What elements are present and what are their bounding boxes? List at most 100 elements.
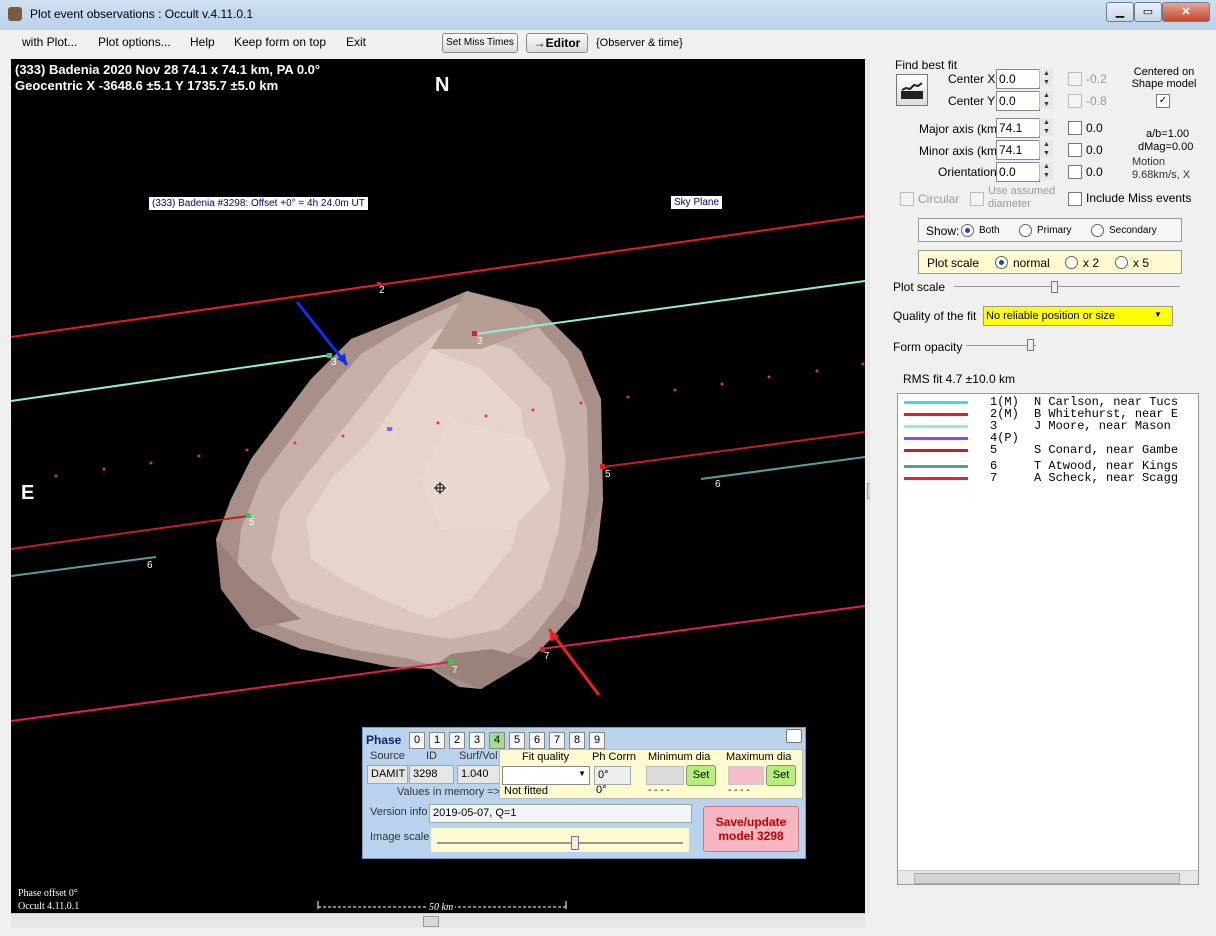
use-assumed-label: Use assumed diameter (988, 185, 1056, 210)
observer-row[interactable]: 7A Scheck, near Scagg (898, 472, 1198, 484)
close-icon[interactable]: ✕ (1162, 2, 1210, 22)
version-info-field[interactable]: 2019-05-07, Q=1 (429, 804, 692, 823)
major-axis-input[interactable]: 74.1 (996, 118, 1040, 138)
scale-normal-radio[interactable] (995, 256, 1008, 269)
observer-list-hscrollbar[interactable] (898, 870, 1198, 884)
form-opacity-label: Form opacity (893, 340, 963, 354)
chord-label: 3 (331, 357, 337, 368)
phase-button-3[interactable]: 3 (469, 732, 485, 749)
minor-axis-input[interactable]: 74.1 (996, 140, 1040, 160)
phase-button-7[interactable]: 7 (549, 732, 565, 749)
phase-button-8[interactable]: 8 (569, 732, 585, 749)
menu-with-plot[interactable]: with Plot... (22, 35, 77, 49)
app-icon (8, 7, 22, 21)
hscroll-thumb[interactable] (423, 916, 439, 927)
minor-axis-checkbox[interactable] (1068, 143, 1082, 157)
observer-color-line (904, 465, 968, 468)
center-x-spinner[interactable]: ▲ ▼ (1039, 69, 1053, 87)
window-title: Plot event observations : Occult v.4.11.… (30, 7, 254, 21)
chord-label: 4 (391, 431, 397, 442)
slider-thumb[interactable] (571, 836, 579, 850)
observer-list[interactable]: 1(M) N Carlson, near Tucs 2(M) B Whitehurs… (897, 393, 1199, 885)
phase-button-5[interactable]: 5 (509, 732, 525, 749)
plot-header-line2: Geocentric X -3648.6 ±5.1 Y 1735.7 ±5.0 … (15, 78, 279, 93)
orientation-label: Orientation (938, 165, 997, 179)
quality-of-fit-dropdown[interactable]: No reliable position or size (983, 306, 1173, 326)
phase-button-4[interactable]: 4 (489, 732, 505, 749)
show-primary-radio[interactable] (1019, 224, 1032, 237)
chevron-down-icon: ▼ (1154, 310, 1162, 319)
chord-label: 6 (147, 560, 153, 571)
chord-label: 5 (249, 517, 255, 528)
fit-results-box: Fit quality Ph Corrn Minimum dia Maximum… (499, 749, 803, 799)
scale-x2-radio[interactable] (1065, 256, 1078, 269)
center-x-label: Center X (948, 72, 996, 86)
plot-scale-slider[interactable] (954, 286, 1180, 287)
set-max-dia-button[interactable]: Set (766, 765, 796, 786)
offset-label: (333) Badenia #3298: Offset +0° = 4h 24.… (149, 197, 368, 210)
maximize-icon[interactable]: ▭ (1134, 2, 1162, 22)
major-axis-spinner[interactable]: ▲ ▼ (1039, 118, 1053, 136)
scale-x5-radio[interactable] (1115, 256, 1128, 269)
form-opacity-slider[interactable] (966, 345, 1036, 346)
phase-button-6[interactable]: 6 (529, 732, 545, 749)
centered-on-checkbox[interactable]: ✓ (1156, 94, 1170, 108)
scale-x5-label: x 5 (1133, 256, 1150, 270)
panel-toggle-button[interactable] (786, 729, 802, 743)
source-field: DAMIT (367, 765, 408, 784)
set-min-dia-button[interactable]: Set (686, 765, 716, 786)
observer-row[interactable]: 3J Moore, near Mason (898, 420, 1198, 432)
set-miss-times-button[interactable]: Set Miss Times (442, 33, 518, 53)
center-x-input[interactable]: 0.0 (996, 69, 1040, 89)
dmag-value: dMag=0.00 (1138, 141, 1194, 153)
scale-x2-label: x 2 (1083, 256, 1100, 270)
center-x-checkbox[interactable] (1068, 72, 1082, 86)
observer-row[interactable]: 5S Conard, near Gambe (898, 444, 1198, 456)
show-secondary-radio[interactable] (1091, 224, 1104, 237)
memory-min-dia: - - - - (648, 785, 670, 796)
minor-axis-label: Minor axis (km) (919, 144, 1002, 158)
phase-button-0[interactable]: 0 (409, 732, 425, 749)
minor-axis-spinner[interactable]: ▲ ▼ (1039, 140, 1053, 158)
phase-panel: Phase 0 1 2 3 4 5 6 7 8 9 Source ID Surf… (362, 727, 806, 859)
min-dia-field (646, 766, 684, 785)
orientation-spinner[interactable]: ▲ ▼ (1039, 162, 1053, 180)
menu-help[interactable]: Help (190, 35, 215, 49)
plot-scale-slider-thumb[interactable] (1051, 281, 1058, 293)
save-update-model-button[interactable]: Save/update model 3298 (703, 806, 799, 852)
observer-list-hscroll-thumb[interactable] (914, 873, 1180, 884)
center-y-input[interactable]: 0.0 (996, 91, 1040, 111)
sky-plane-label: Sky Plane (671, 196, 723, 209)
orientation-checkbox[interactable] (1068, 165, 1082, 179)
minimize-icon[interactable]: ▁ (1106, 2, 1134, 22)
slider-track (437, 842, 683, 844)
plot-hscrollbar[interactable] (11, 913, 865, 928)
image-scale-slider[interactable] (431, 828, 689, 852)
use-assumed-checkbox[interactable] (970, 192, 984, 206)
form-opacity-slider-thumb[interactable] (1027, 339, 1034, 351)
circular-checkbox[interactable] (900, 192, 914, 206)
include-miss-checkbox[interactable] (1068, 192, 1082, 206)
orientation-input[interactable]: 0.0 (996, 162, 1040, 182)
menu-keep-on-top[interactable]: Keep form on top (234, 35, 326, 49)
phase-button-1[interactable]: 1 (429, 732, 445, 749)
menu-plot-options[interactable]: Plot options... (98, 35, 171, 49)
chord-label: 6 (715, 479, 721, 490)
phase-button-9[interactable]: 9 (589, 732, 605, 749)
ph-corrn-field: 0° (594, 766, 631, 785)
center-y-checkbox[interactable] (1068, 94, 1082, 108)
fit-quality-dropdown[interactable]: ▼ (502, 766, 590, 785)
menu-exit[interactable]: Exit (346, 35, 366, 49)
north-label: N (435, 74, 450, 96)
id-header: ID (426, 750, 437, 762)
show-both-radio[interactable] (961, 224, 974, 237)
find-best-fit-button[interactable] (896, 74, 928, 106)
values-in-memory-label: Values in memory => (397, 786, 501, 798)
major-axis-checkbox[interactable] (1068, 121, 1082, 135)
editor-button[interactable]: →Editor (526, 33, 588, 53)
version-label: Occult 4.11.0.1 (18, 901, 80, 912)
ph-corrn-header: Ph Corrn (592, 751, 637, 763)
center-y-spinner[interactable]: ▲ ▼ (1039, 91, 1053, 109)
phase-button-2[interactable]: 2 (449, 732, 465, 749)
observer-color-line (904, 437, 968, 440)
